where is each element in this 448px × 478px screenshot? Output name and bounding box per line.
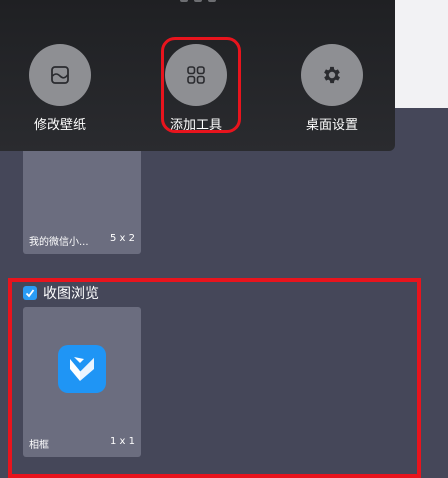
photo-frame-app-icon: [58, 345, 106, 393]
section-title: 收图浏览: [43, 286, 99, 302]
menu-label: 修改壁纸: [33, 118, 86, 133]
widget-size: 5 x 2: [110, 233, 135, 244]
widget-card-photo-frame[interactable]: 相框 1 x 1: [23, 307, 141, 457]
widget-size: 1 x 1: [110, 436, 135, 447]
highlight-box: [161, 37, 241, 133]
menu-item-wallpaper[interactable]: 修改壁纸: [0, 44, 120, 133]
background-panel: [395, 0, 448, 108]
widget-name: 相框: [29, 440, 49, 451]
gear-icon: [301, 44, 363, 106]
popup-handle: [176, 0, 220, 4]
section-header: 收图浏览: [23, 283, 99, 303]
menu-label: 桌面设置: [305, 118, 358, 133]
popup-menu: 修改壁纸 添加工具 桌面设置: [0, 0, 395, 151]
checkbox-icon: [23, 286, 37, 300]
menu-item-desktop-settings[interactable]: 桌面设置: [272, 44, 392, 133]
wallpaper-icon: [29, 44, 91, 106]
widget-card-wechat[interactable]: 我的微信小... 5 x 2: [23, 140, 141, 254]
widget-label: 相框 1 x 1: [29, 436, 135, 451]
widget-label: 我的微信小... 5 x 2: [29, 233, 135, 248]
widget-name: 我的微信小...: [29, 237, 89, 248]
